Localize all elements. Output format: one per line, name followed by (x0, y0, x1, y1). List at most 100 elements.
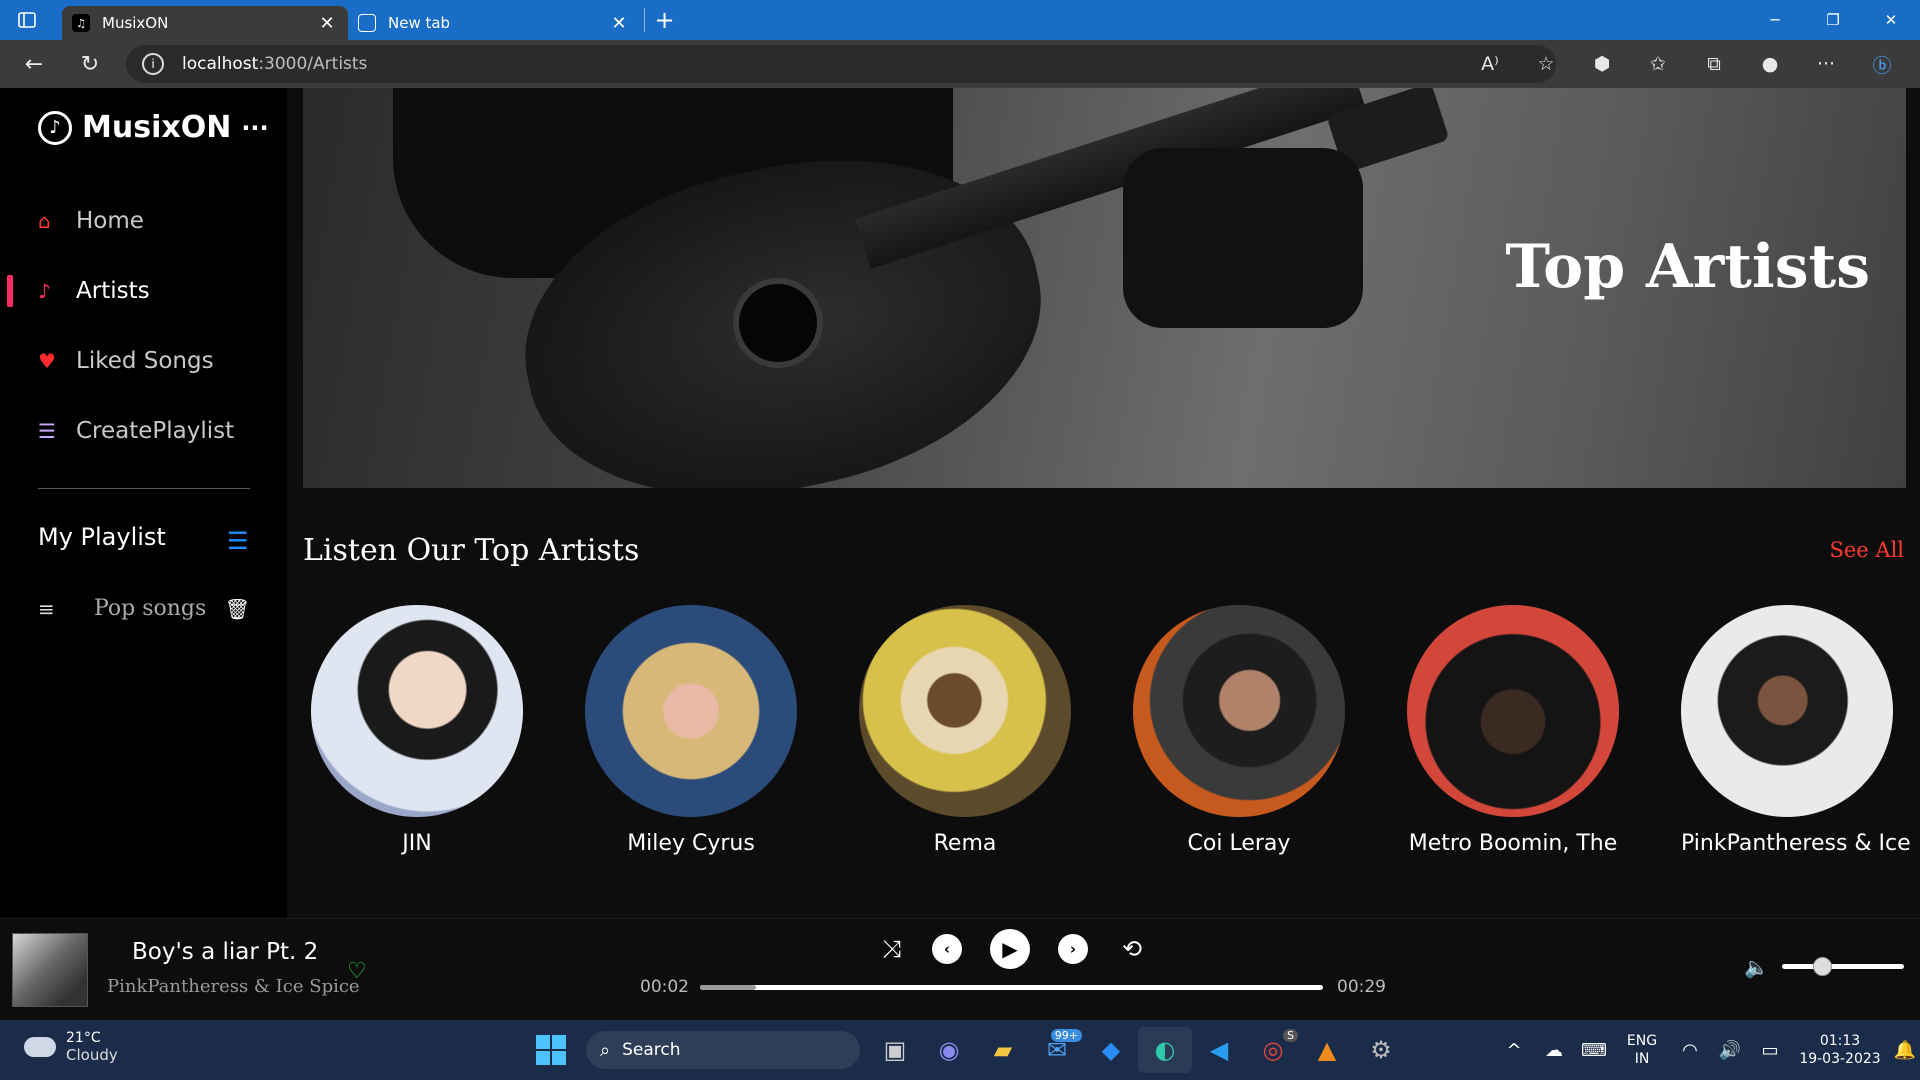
keyboard-icon[interactable]: ⌨ (1574, 1040, 1614, 1061)
next-icon[interactable]: › (1058, 934, 1088, 964)
site-info-icon[interactable]: i (142, 53, 164, 75)
mail-icon[interactable]: ✉ 99+ (1030, 1027, 1084, 1073)
add-favorite-icon[interactable]: ☆ (1518, 53, 1574, 75)
window-controls: ─ ❐ ✕ (1746, 0, 1920, 40)
taskbar: 21°C Cloudy ⌕ Search ▣ ◉ ▰ ✉ 99+ ◆ ◐ ◀ ◎ S… (0, 1020, 1920, 1080)
hero-title: Top Artists (1505, 232, 1870, 302)
artist-name: Coi Leray (1187, 831, 1291, 856)
clock[interactable]: 01:13 19-03-2023 (1790, 1032, 1890, 1068)
browser-toolbar: A⁾ ☆ ⬢ ✩ ⧉ ● ··· ⓑ (1462, 40, 1910, 88)
clock-date: 19-03-2023 (1799, 1051, 1881, 1067)
see-all-link[interactable]: See All (1829, 538, 1904, 562)
taskbar-search[interactable]: ⌕ Search (586, 1031, 860, 1069)
more-icon[interactable]: ··· (1798, 53, 1854, 75)
refresh-icon[interactable]: ↻ (66, 40, 114, 88)
main-content: Top Artists Listen Our Top Artists See A… (287, 88, 1920, 918)
artist-name: Miley Cyrus (627, 831, 755, 856)
active-indicator (7, 275, 13, 307)
progress-fill (700, 985, 757, 990)
extensions-icon[interactable]: ⬢ (1574, 53, 1630, 75)
artist-name: Metro Boomin, The (1408, 831, 1618, 856)
close-window-icon[interactable]: ✕ (1862, 0, 1920, 40)
wifi-icon[interactable]: ◠ (1670, 1040, 1710, 1061)
onedrive-icon[interactable]: ☁ (1534, 1040, 1574, 1061)
taskbar-apps: ⌕ Search ▣ ◉ ▰ ✉ 99+ ◆ ◐ ◀ ◎ S ▲ ⚙ (524, 1027, 1408, 1073)
hero-image-soundhole (733, 278, 823, 368)
artist-card[interactable]: Metro Boomin, The (1407, 605, 1619, 856)
close-tab-icon[interactable]: ✕ (608, 13, 630, 34)
play-icon[interactable]: ▶ (990, 929, 1030, 969)
windows-start-icon[interactable] (524, 1027, 578, 1073)
url-host: localhost (182, 54, 259, 74)
artist-avatar (1681, 605, 1893, 817)
like-heart-icon[interactable]: ♡ (347, 959, 367, 984)
playlist-name: Pop songs (94, 596, 207, 621)
playlist-item[interactable]: ≡ Pop songs 🗑 (38, 596, 250, 621)
vlc-icon[interactable]: ▲ (1300, 1027, 1354, 1073)
musixon-logo-icon: ♪ (38, 110, 72, 145)
repeat-icon[interactable]: ⟲ (1112, 935, 1152, 963)
artist-avatar (1133, 605, 1345, 817)
progress-bar[interactable] (700, 985, 1323, 990)
artist-card[interactable]: JIN (311, 605, 523, 856)
artist-avatar (1407, 605, 1619, 817)
artist-card[interactable]: PinkPantheress & Ice (1681, 605, 1911, 856)
file-explorer-icon[interactable]: ▰ (976, 1027, 1030, 1073)
url-field[interactable]: i localhost:3000/Artists (126, 45, 1556, 83)
close-tab-icon[interactable]: ✕ (316, 13, 338, 34)
shuffle-icon[interactable]: ⤨ (872, 935, 912, 963)
chrome-icon[interactable]: ◎ S (1246, 1027, 1300, 1073)
tab-actions-icon[interactable] (0, 0, 54, 40)
tab-musixon[interactable]: ♫ MusixON ✕ (62, 6, 348, 40)
restore-icon[interactable]: ❐ (1804, 0, 1862, 40)
profile-icon[interactable]: ● (1742, 53, 1798, 75)
weather-widget[interactable]: 21°C Cloudy (24, 1030, 118, 1064)
chevron-up-icon[interactable]: ^ (1494, 1040, 1534, 1061)
sidebar-item-create-playlist[interactable]: ☰ CreatePlaylist (38, 418, 234, 444)
tab-new-tab[interactable]: New tab ✕ (348, 6, 640, 40)
temperature: 21°C (66, 1030, 101, 1046)
sidebar-item-home[interactable]: ⌂ Home (38, 208, 144, 234)
task-view-icon[interactable]: ▣ (868, 1027, 922, 1073)
battery-icon[interactable]: ▭ (1750, 1040, 1790, 1061)
brand-menu-icon[interactable]: ··· (241, 114, 268, 142)
volume-icon[interactable]: 🔈 (1744, 955, 1769, 979)
queue-music-icon: ≡ (38, 596, 55, 621)
bing-icon[interactable]: ⓑ (1854, 51, 1910, 78)
brand-logo[interactable]: ♪ MusixON ··· (38, 110, 269, 145)
brand-name: MusixON (82, 110, 232, 145)
hero-image-hand (1123, 148, 1363, 328)
edge-icon[interactable]: ◐ (1138, 1027, 1192, 1073)
read-aloud-icon[interactable]: A⁾ (1462, 53, 1518, 75)
sidebar-item-artists[interactable]: ♪ Artists (38, 278, 150, 304)
speaker-icon[interactable]: 🔊 (1710, 1040, 1750, 1061)
system-tray: ^ ☁ ⌨ ENG IN ◠ 🔊 ▭ 01:13 19-03-2023 🔔 (1494, 1020, 1920, 1080)
sidebar-item-label: Liked Songs (76, 348, 214, 374)
playlist-add-icon: ☰ (38, 419, 56, 443)
dropbox-icon[interactable]: ◆ (1084, 1027, 1138, 1073)
minimize-icon[interactable]: ─ (1746, 0, 1804, 40)
artist-card[interactable]: Miley Cyrus (585, 605, 797, 856)
sidebar-item-liked-songs[interactable]: ♥ Liked Songs (38, 348, 214, 374)
volume-slider[interactable] (1782, 957, 1904, 976)
vscode-icon[interactable]: ◀ (1192, 1027, 1246, 1073)
new-tab-button[interactable]: + (644, 8, 684, 32)
back-icon[interactable]: ← (10, 40, 58, 88)
notification-bell-icon[interactable]: 🔔 (1890, 1040, 1920, 1061)
playlist-list-icon[interactable]: ☰ (227, 527, 249, 555)
artist-card[interactable]: Coi Leray (1133, 605, 1345, 856)
music-note-icon: ♪ (38, 279, 51, 303)
collections-icon[interactable]: ⧉ (1686, 53, 1742, 75)
favorites-icon[interactable]: ✩ (1630, 53, 1686, 75)
chat-icon[interactable]: ◉ (922, 1027, 976, 1073)
settings-icon[interactable]: ⚙ (1354, 1027, 1408, 1073)
trash-icon[interactable]: 🗑 (225, 597, 250, 621)
language-indicator[interactable]: ENG IN (1614, 1032, 1670, 1068)
album-art (12, 933, 88, 1007)
artist-card[interactable]: Rema (859, 605, 1071, 856)
current-time: 00:02 (640, 977, 689, 997)
artist-avatar (585, 605, 797, 817)
previous-icon[interactable]: ‹ (932, 934, 962, 964)
hero-banner: Top Artists (303, 88, 1906, 488)
volume-knob[interactable] (1813, 957, 1833, 976)
